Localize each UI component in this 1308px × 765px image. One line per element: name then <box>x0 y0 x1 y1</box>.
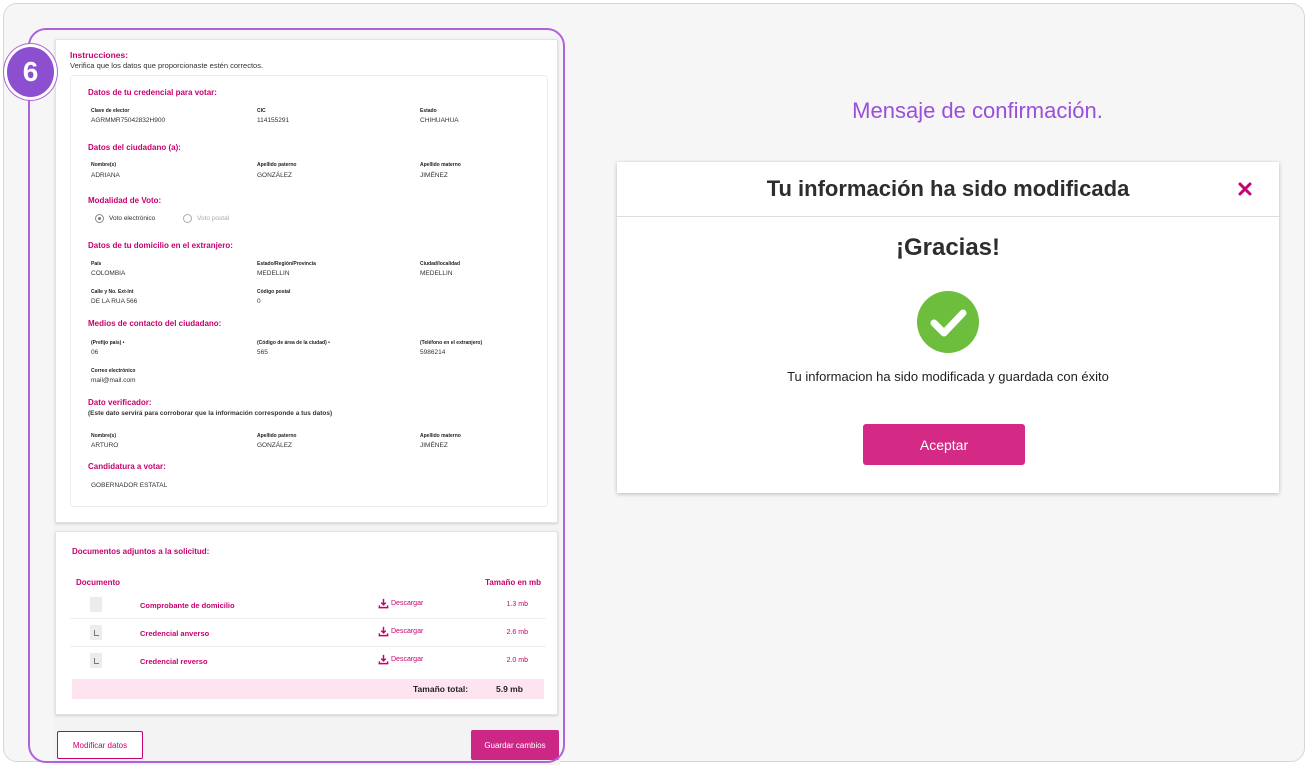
field-label: (Prefijo país) • <box>91 340 125 346</box>
download-icon <box>378 626 389 637</box>
field-value: 06 <box>91 349 99 356</box>
field-value: 114155291 <box>257 117 290 124</box>
radio-label: Voto electrónico <box>109 215 156 222</box>
document-name: Credencial anverso <box>140 629 210 638</box>
column-header-size: Tamaño en mb <box>485 578 541 587</box>
modal-title: Tu información ha sido modificada <box>766 176 1130 201</box>
field-value: JIMÉNEZ <box>420 442 448 449</box>
field-value: AGRMMR75042832H900 <box>91 117 166 124</box>
field-value: MEDELLIN <box>257 270 290 277</box>
total-size-label: Tamaño total: <box>413 684 469 694</box>
data-summary: Datos de tu credencial para votar: Clave… <box>70 75 548 507</box>
field-label: Apellido materno <box>420 433 461 439</box>
field-value: ARTURO <box>91 442 119 449</box>
radio-unselected-icon <box>183 214 192 223</box>
image-file-icon <box>90 625 102 640</box>
field-label: Estado/Región/Provincia <box>257 261 316 267</box>
document-row: Credencial reverso Descargar 2.0 mb <box>70 647 546 675</box>
field-value: DE LA RUA 566 <box>91 298 138 305</box>
field-label: Estado <box>420 108 437 114</box>
image-file-icon <box>90 653 102 668</box>
field-label: Código postal <box>257 289 291 295</box>
documents-title: Documentos adjuntos a la solicitud: <box>72 547 210 556</box>
credential-section-title: Datos de tu credencial para votar: <box>88 88 217 97</box>
field-label: Apellido paterno <box>257 162 297 168</box>
field-value: MEDELLIN <box>420 270 453 277</box>
field-label: Apellido materno <box>420 162 461 168</box>
candidacy-value: GOBERNADOR ESTATAL <box>91 482 168 489</box>
modify-data-button[interactable]: Modificar datos <box>57 731 143 759</box>
field-value: CHIHUAHUA <box>420 117 459 124</box>
close-icon[interactable] <box>1234 178 1256 200</box>
document-icon <box>90 597 102 612</box>
modal-message: Tu informacion ha sido modificada y guar… <box>787 369 1109 384</box>
download-button[interactable]: Descargar <box>378 654 423 665</box>
instructions-title: Instrucciones: <box>70 50 129 60</box>
vote-mode-section-title: Modalidad de Voto: <box>88 196 162 205</box>
total-size-value: 5.9 mb <box>496 684 523 694</box>
download-label: Descargar <box>391 628 424 635</box>
candidacy-section-title: Candidatura a votar: <box>88 462 166 471</box>
document-size: 1.3 mb <box>506 601 528 608</box>
contact-section-title: Medios de contacto del ciudadano: <box>88 319 222 328</box>
confirmation-modal: Tu información ha sido modificada ¡Graci… <box>617 162 1279 493</box>
field-label: Apellido paterno <box>257 433 297 439</box>
field-label: Nombre(s) <box>91 433 117 439</box>
document-row: Credencial anverso Descargar 2.6 mb <box>70 619 546 647</box>
download-icon <box>378 598 389 609</box>
document-size: 2.6 mb <box>506 629 528 636</box>
download-label: Descargar <box>391 600 424 607</box>
field-label: País <box>91 261 102 267</box>
field-label: Ciudad/localidad <box>420 261 461 267</box>
download-button[interactable]: Descargar <box>378 626 423 637</box>
column-header-document: Documento <box>76 578 120 587</box>
field-value: GONZÁLEZ <box>257 442 293 449</box>
save-changes-button[interactable]: Guardar cambios <box>471 730 559 760</box>
radio-selected-icon <box>95 214 104 223</box>
field-value: 0 <box>257 298 261 305</box>
download-label: Descargar <box>391 656 424 663</box>
modal-header: Tu información ha sido modificada <box>617 162 1279 217</box>
citizen-section-title: Datos del ciudadano (a): <box>88 143 181 152</box>
check-circle-icon <box>917 291 979 353</box>
field-label: (Código de área de la ciudad) • <box>257 340 330 346</box>
total-size-bar: Tamaño total: 5.9 mb <box>72 679 544 699</box>
instructions-text: Verifica que los datos que proporcionast… <box>70 61 264 70</box>
field-value: COLOMBIA <box>91 270 126 277</box>
radio-electronic-vote[interactable]: Voto electrónico <box>95 214 155 223</box>
document-row: Comprobante de domicilio Descargar 1.3 m… <box>70 591 546 619</box>
step-number-badge: 6 <box>4 44 57 100</box>
document-size: 2.0 mb <box>506 657 528 664</box>
radio-label: Voto postal <box>197 215 230 222</box>
confirmation-caption: Mensaje de confirmación. <box>852 98 1103 123</box>
document-name: Credencial reverso <box>140 657 208 666</box>
field-value: JIMÉNEZ <box>420 172 448 179</box>
field-value: mail@mail.com <box>91 377 136 384</box>
accept-button[interactable]: Aceptar <box>863 424 1025 465</box>
review-card: Instrucciones: Verifica que los datos qu… <box>55 39 558 523</box>
field-label: CIC <box>257 108 266 114</box>
field-value: ADRIANA <box>91 172 120 179</box>
address-section-title: Datos de tu domicilio en el extranjero: <box>88 241 233 250</box>
field-label: Nombre(s) <box>91 162 117 168</box>
radio-postal-vote[interactable]: Voto postal <box>183 214 229 223</box>
download-icon <box>378 654 389 665</box>
download-button[interactable]: Descargar <box>378 598 423 609</box>
documents-card: Documentos adjuntos a la solicitud: Docu… <box>55 531 558 715</box>
modal-thanks: ¡Gracias! <box>895 234 1001 261</box>
field-label: (Teléfono en el extranjero) <box>420 340 483 346</box>
field-label: Correo electrónico <box>91 368 136 374</box>
field-value: GONZÁLEZ <box>257 172 293 179</box>
verifier-section-title: Dato verificador: <box>88 398 152 407</box>
field-label: Clave de elector <box>91 108 130 114</box>
verifier-section-subtitle: (Este dato servirá para corroborar que l… <box>88 410 333 417</box>
document-name: Comprobante de domicilio <box>140 601 235 610</box>
field-value: 565 <box>257 349 268 356</box>
field-value: 5986214 <box>420 349 446 356</box>
review-form: Instrucciones: Verifica que los datos qu… <box>53 37 560 765</box>
field-label: Calle y No. Ext-Int <box>91 289 134 295</box>
